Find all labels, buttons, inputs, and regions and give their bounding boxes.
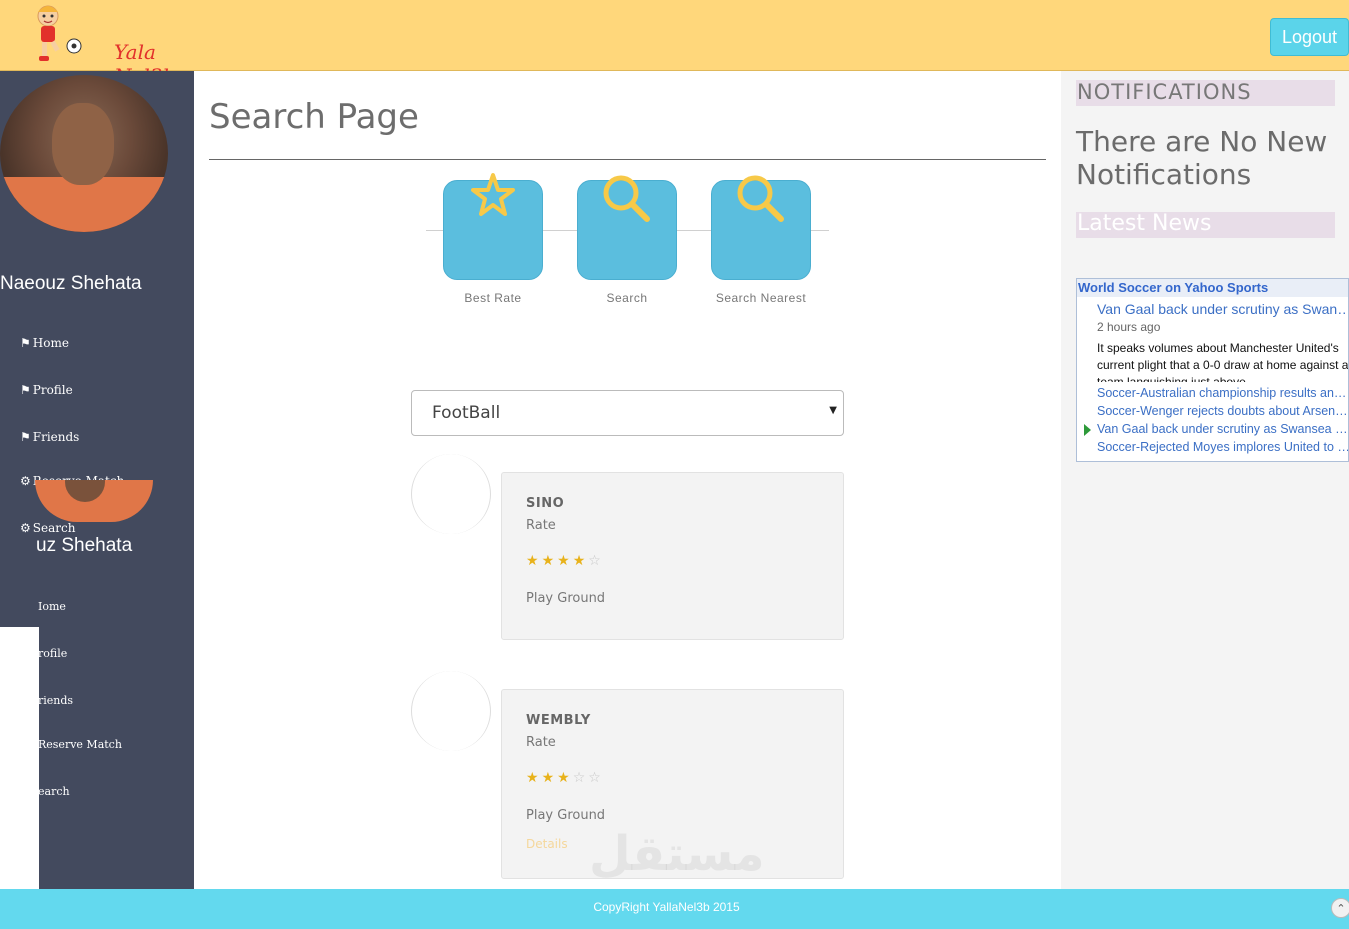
star-filled-icon: ★	[541, 553, 555, 569]
star-empty-icon: ☆	[572, 770, 586, 786]
sidebar-item-label: Friends	[32, 430, 80, 444]
sidebar-item-label: Search	[32, 521, 76, 535]
news-feed-widget: World Soccer on Yahoo Sports Van Gaal ba…	[1076, 278, 1349, 462]
title-divider	[209, 159, 1046, 160]
header-bar: Yala Nel3b Logout	[0, 0, 1349, 88]
ghost-avatar-face	[65, 480, 105, 502]
tag-icon: ⚑	[20, 430, 31, 444]
watermark-logo: مستقل	[589, 826, 765, 882]
sport-select[interactable]: FootBall ▼	[411, 390, 844, 436]
logout-button[interactable]: Logout	[1270, 18, 1349, 56]
feed-link[interactable]: Soccer-Australian championship results a…	[1097, 386, 1348, 400]
ghost-item-reserve-match: Reserve Match	[38, 738, 122, 751]
sidebar-item-home[interactable]: ⚑ Home	[20, 336, 69, 350]
star-empty-icon: ☆	[588, 553, 601, 569]
kid-mascot-icon	[37, 5, 82, 61]
feed-link[interactable]: Van Gaal back under scrutiny as Swansea …	[1097, 422, 1348, 436]
ghost-avatar	[35, 480, 153, 522]
play-triangle-icon	[1084, 424, 1091, 436]
user-name: Naeouz Shehata	[0, 273, 142, 294]
render-gap	[0, 627, 39, 889]
sidebar-item-search[interactable]: ⚙ Search	[20, 521, 75, 535]
star-filled-icon: ★	[541, 770, 555, 786]
star-filled-icon: ★	[557, 553, 570, 569]
star-filled-icon: ★	[572, 553, 586, 569]
search-nearest-tile[interactable]	[711, 175, 811, 280]
search-nearest-label: Search Nearest	[715, 291, 807, 305]
star-filled-icon: ★	[526, 770, 539, 786]
feed-headline[interactable]: Van Gaal back under scrutiny as Swansea …	[1097, 301, 1348, 317]
ghost-item-friends: riends	[38, 694, 74, 707]
result-type: Play Ground	[526, 591, 606, 606]
result-card[interactable]: SINO Rate ★ ★ ★ ★ ☆ Play Ground	[501, 472, 844, 640]
avatar-face	[52, 103, 114, 185]
result-thumbnail[interactable]	[411, 454, 491, 534]
search-tile[interactable]	[577, 175, 677, 280]
sport-select-value: FootBall	[432, 403, 501, 423]
search-icon	[737, 175, 784, 222]
sidebar-item-profile[interactable]: ⚑ Profile	[20, 383, 73, 397]
star-empty-icon: ☆	[588, 770, 601, 786]
sidebar-item-friends[interactable]: ⚑ Friends	[20, 430, 79, 444]
right-panel: NOTIFICATIONS There are No New Notificat…	[1061, 71, 1349, 889]
best-rate-label: Best Rate	[464, 291, 522, 305]
feed-link[interactable]: Soccer-Wenger rejects doubts about Arsen…	[1097, 404, 1348, 418]
sidebar-item-label: Home	[32, 336, 69, 350]
tag-icon: ⚑	[20, 336, 31, 350]
feed-link[interactable]: Soccer-Rejected Moyes implores United to…	[1097, 440, 1348, 454]
site-logo[interactable]: Yala Nel3b	[30, 2, 195, 88]
news-heading: Latest News	[1076, 212, 1335, 238]
result-thumbnail[interactable]	[411, 671, 491, 751]
cogs-icon: ⚙	[20, 521, 31, 535]
star-filled-icon: ★	[526, 553, 539, 569]
cogs-icon: ⚙	[20, 474, 31, 488]
ghost-item-search: earch	[38, 785, 70, 798]
result-name: WEMBLY	[526, 713, 591, 728]
tag-icon: ⚑	[20, 383, 31, 397]
user-avatar[interactable]	[0, 75, 168, 232]
footer: CopyRight YallaNel3b 2015 ⌃	[0, 889, 1349, 929]
caret-down-icon: ▼	[829, 405, 837, 416]
avatar-shirt	[0, 177, 168, 232]
main-content: Search Page Best Rate Search Search Near…	[194, 71, 1061, 889]
ghost-user-name: uz Shehata	[36, 535, 133, 556]
rating-stars: ★ ★ ★ ☆ ☆	[526, 770, 601, 786]
result-name: SINO	[526, 496, 565, 511]
star-filled-icon: ★	[557, 770, 570, 786]
ghost-item-home: Iome	[38, 600, 66, 613]
feed-title[interactable]: World Soccer on Yahoo Sports	[1077, 279, 1348, 297]
star-icon	[471, 173, 515, 216]
page-title: Search Page	[209, 97, 419, 137]
best-rate-tile[interactable]	[443, 173, 543, 280]
result-rate-label: Rate	[526, 735, 556, 750]
sidebar-item-label: Profile	[32, 383, 73, 397]
ghost-item-profile: rofile	[38, 647, 68, 660]
copyright-text: CopyRight YallaNel3b 2015	[593, 900, 740, 914]
search-label: Search	[606, 291, 648, 305]
chevron-up-icon[interactable]: ⌃	[1331, 898, 1349, 918]
feed-snippet: It speaks volumes about Manchester Unite…	[1097, 341, 1349, 382]
result-rate-label: Rate	[526, 518, 556, 533]
notifications-heading: NOTIFICATIONS	[1076, 80, 1335, 106]
notifications-message: There are No New Notifications	[1076, 125, 1328, 191]
rating-stars: ★ ★ ★ ★ ☆	[526, 553, 601, 569]
result-type: Play Ground	[526, 808, 606, 823]
feed-timestamp: 2 hours ago	[1097, 320, 1161, 334]
details-link[interactable]: Details	[526, 837, 568, 851]
sidebar: Naeouz Shehata ⚑ Home ⚑ Profile ⚑ Friend…	[0, 71, 194, 889]
search-icon	[603, 175, 650, 222]
